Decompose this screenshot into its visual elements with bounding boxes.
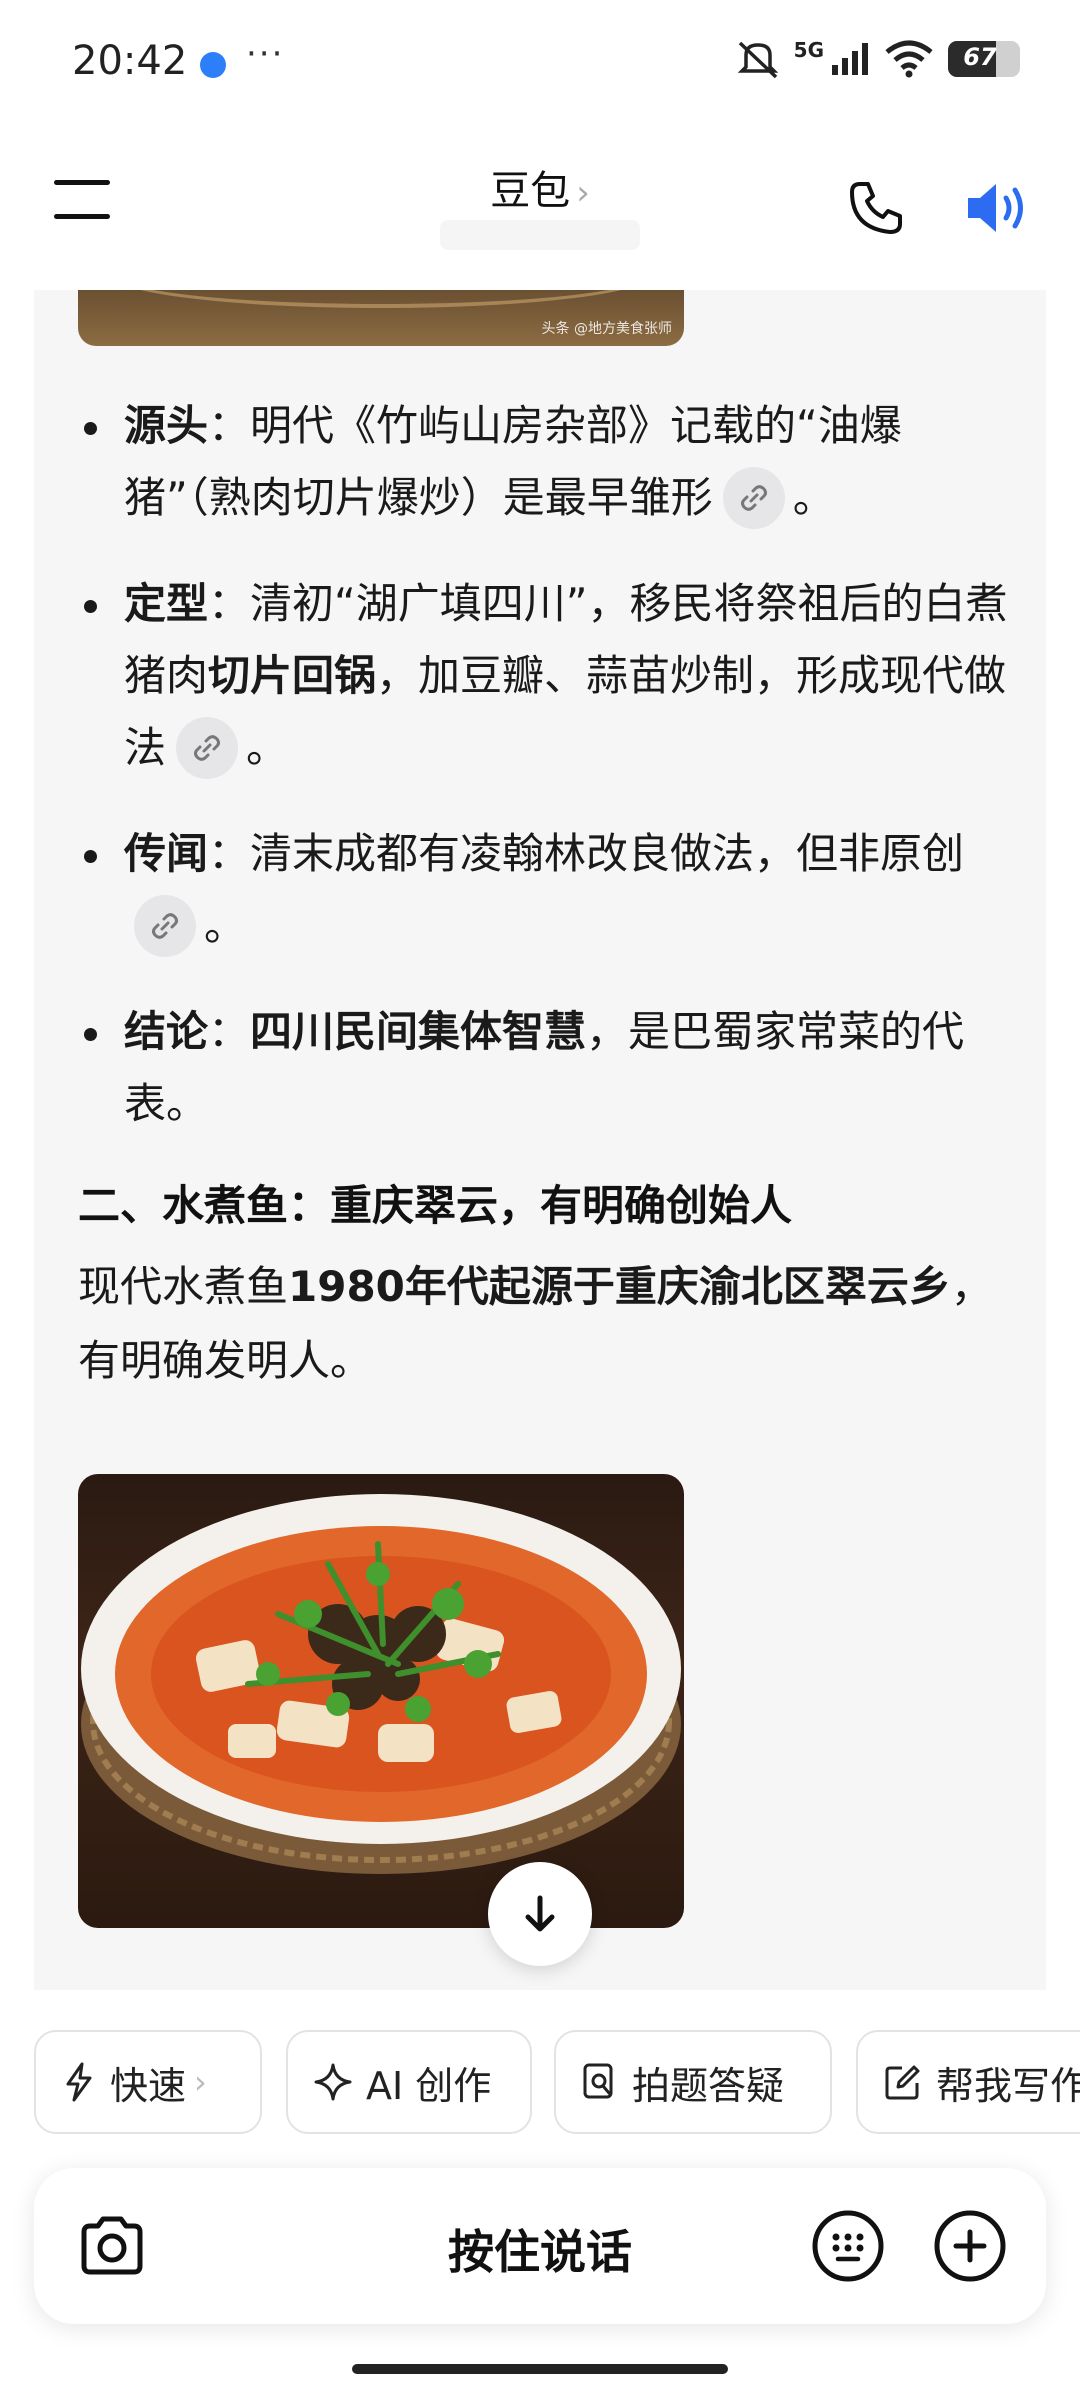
- chip-label: 拍题答疑: [632, 2063, 785, 2108]
- para-text: 现代水煮鱼: [78, 1262, 289, 1311]
- hold-to-talk-button[interactable]: 按住说话: [34, 2216, 1046, 2282]
- bullet-sep: ：: [208, 829, 251, 878]
- mute-icon: [737, 41, 778, 79]
- origin-list: 源头：明代《竹屿山房杂部》记载的“油爆猪”（熟肉切片爆炒）是最早雏形。 定型：清…: [78, 390, 1018, 1174]
- bullet-term: 定型: [124, 579, 209, 628]
- app-notification-icon: [200, 52, 226, 78]
- link-icon[interactable]: [134, 894, 196, 957]
- chip-photo-question[interactable]: 拍题答疑: [554, 2030, 832, 2134]
- chip-label: 快速: [110, 2063, 187, 2108]
- scroll-to-bottom-button[interactable]: [488, 1862, 592, 1966]
- phone-icon: [850, 182, 902, 234]
- edit-icon: [885, 2065, 920, 2100]
- link-icon[interactable]: [722, 466, 785, 529]
- bullet-end: 。: [792, 473, 835, 522]
- speaker-button[interactable]: [962, 176, 1030, 240]
- speaker-icon: [968, 184, 1023, 232]
- keypad-icon: [812, 2210, 884, 2282]
- home-indicator[interactable]: [352, 2364, 728, 2374]
- app-screen: 20:42 ··· 5G 67 豆包 › 头条 @地方美食张师 源头：明代《竹屿…: [0, 0, 1080, 2400]
- keyboard-button[interactable]: [810, 2208, 886, 2284]
- bullet-term: 传闻: [124, 829, 209, 878]
- bullet-sep: ：: [208, 579, 251, 628]
- bullet-term: 结论: [124, 1007, 209, 1056]
- arrow-down-icon: [525, 1895, 555, 1932]
- dish-image-top[interactable]: 头条 @地方美食张师: [78, 290, 684, 346]
- chat-subtitle-blur: [440, 220, 640, 250]
- bullet-sep: ：: [208, 401, 251, 450]
- bullet-bold: 切片回锅: [208, 651, 377, 700]
- chat-title-text: 豆包: [490, 168, 571, 214]
- sparkle-icon: [314, 2063, 352, 2101]
- bullet-bold: 四川民间集体智慧: [250, 1007, 587, 1056]
- paragraph: 现代水煮鱼1980年代起源于重庆渝北区翠云乡，有明确发明人。: [78, 1250, 1028, 1398]
- search-doc-icon: [583, 2063, 613, 2099]
- battery-icon: 67: [948, 41, 1020, 77]
- lightning-icon: [66, 2062, 92, 2102]
- network-type: 5G: [793, 38, 824, 62]
- add-button[interactable]: [932, 2208, 1008, 2284]
- para-bold: 1980年代起源于重庆渝北区翠云乡: [288, 1262, 951, 1311]
- fish-dish-illustration: [81, 1494, 681, 1874]
- dish-image-fish[interactable]: [78, 1474, 684, 1928]
- image-watermark: 头条 @地方美食张师: [541, 321, 672, 337]
- chip-label: AI 创作: [366, 2063, 492, 2108]
- input-bar: 按住说话: [34, 2168, 1046, 2324]
- status-time: 20:42: [72, 38, 188, 84]
- plus-icon: [934, 2210, 1006, 2282]
- status-icons: 5G 67: [736, 34, 1020, 84]
- link-icon[interactable]: [176, 716, 239, 779]
- list-item: 结论：四川民间集体智慧，是巴蜀家常菜的代表。: [78, 996, 1018, 1140]
- list-item: 源头：明代《竹屿山房杂部》记载的“油爆猪”（熟肉切片爆炒）是最早雏形。: [78, 390, 1018, 534]
- wifi-icon: [885, 40, 933, 78]
- chat-header: 豆包 ›: [0, 120, 1080, 290]
- bullet-text: 清末成都有凌翰林改良做法，但非原创: [250, 829, 965, 878]
- battery-level: 67: [963, 43, 997, 71]
- list-item: 定型：清初“湖广填四川”，移民将祭祖后的白煮猪肉切片回锅，加豆瓣、蒜苗炒制，形成…: [78, 568, 1018, 784]
- chip-ai-create[interactable]: AI 创作: [286, 2030, 532, 2134]
- chevron-right-icon: ›: [576, 173, 590, 213]
- chat-message: 头条 @地方美食张师 源头：明代《竹屿山房杂部》记载的“油爆猪”（熟肉切片爆炒）…: [34, 290, 1046, 1990]
- signal-icon: [832, 43, 868, 75]
- chip-fast[interactable]: 快速 ›: [34, 2030, 262, 2134]
- chevron-right-icon: ›: [194, 2063, 207, 2101]
- bullet-end: 。: [246, 723, 289, 772]
- status-bar: 20:42 ··· 5G 67: [0, 0, 1080, 120]
- bullet-term: 源头: [124, 401, 209, 450]
- status-more: ···: [246, 34, 285, 74]
- section-heading: 二、水煮鱼：重庆翠云，有明确创始人: [78, 1181, 793, 1230]
- quick-actions: 快速 › AI 创作 拍题答疑 帮我写作: [34, 2030, 1080, 2134]
- call-button[interactable]: [846, 178, 906, 238]
- chat-title[interactable]: 豆包 ›: [0, 158, 1080, 216]
- list-item: 传闻：清末成都有凌翰林改良做法，但非原创。: [78, 818, 1018, 962]
- bullet-sep: ：: [208, 1007, 251, 1056]
- chip-label: 帮我写作: [936, 2063, 1080, 2108]
- chip-write[interactable]: 帮我写作: [856, 2030, 1080, 2134]
- bullet-end: 。: [204, 901, 247, 950]
